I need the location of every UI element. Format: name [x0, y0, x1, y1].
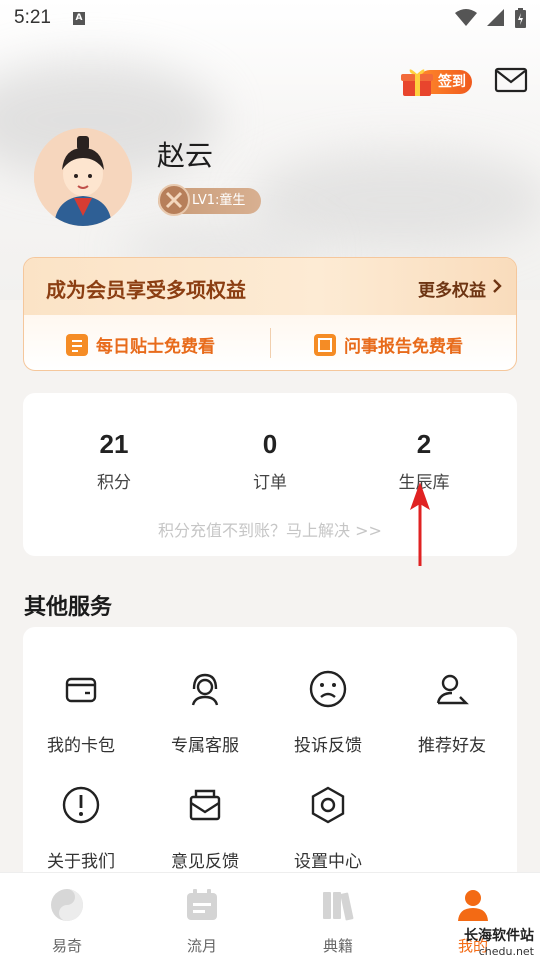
yinyang-icon	[51, 889, 83, 921]
points-value: 21	[99, 429, 129, 459]
a-icon: A	[72, 11, 85, 25]
recharge-help-link[interactable]: 积分充值不到账？马上解决 >>	[23, 517, 517, 541]
orders-value: 0	[262, 429, 278, 459]
vip-card[interactable]: 成为会员享受多项权益 更多权益 每日贴士免费看 问事报告免费看	[23, 257, 517, 371]
vip-divider	[270, 328, 271, 358]
avatar-image	[34, 128, 132, 226]
watermark-line2: chedu.net	[478, 945, 534, 958]
points-stat[interactable]: 21 积分	[54, 429, 174, 493]
feedback-service[interactable]: 意见反馈	[145, 783, 265, 872]
stats-card: 21 积分 0 订单 2 生辰库 积分充值不到账？马上解决 >>	[23, 393, 517, 556]
services-card: 我的卡包 专属客服 投诉反馈 推荐好友 关于我们 意见反馈 设置中心	[23, 627, 517, 887]
headset-icon	[191, 673, 219, 706]
recommend-service[interactable]: 推荐好友	[392, 667, 512, 756]
complaint-service[interactable]: 投诉反馈	[268, 667, 388, 756]
user-icon	[458, 890, 488, 921]
info-icon	[62, 786, 100, 824]
points-label: 积分	[97, 473, 131, 493]
scroll-benefit-icon	[314, 333, 336, 356]
customer-service[interactable]: 专属客服	[145, 667, 265, 756]
feedback-label: 意见反馈	[171, 852, 239, 872]
vip-title: 成为会员享受多项权益	[46, 278, 246, 302]
gift-icon	[401, 69, 433, 96]
wallet-label: 我的卡包	[47, 736, 115, 756]
wallet-icon	[65, 677, 97, 703]
report-label: 问事报告免费看	[344, 337, 463, 357]
wifi-icon	[455, 9, 477, 26]
nav-label-yiqi: 易奇	[51, 937, 82, 955]
daily-tips-benefit[interactable]: 每日贴士免费看	[66, 332, 215, 357]
level-icon	[158, 184, 190, 216]
orders-label: 订单	[253, 473, 287, 493]
birth-library-value: 2	[416, 429, 432, 459]
services-title: 其他服务	[24, 595, 113, 620]
report-benefit[interactable]: 问事报告免费看	[314, 332, 463, 357]
watermark: 长海软件站 chedu.net	[464, 928, 534, 960]
about-label: 关于我们	[47, 852, 115, 872]
daily-tips-label: 每日贴士免费看	[96, 337, 215, 357]
status-bar: 5:21 A	[0, 0, 540, 36]
recommend-label: 推荐好友	[418, 736, 486, 756]
nav-item-dianji[interactable]: 典籍	[293, 887, 383, 956]
nav-item-yiqi[interactable]: 易奇	[22, 887, 112, 956]
nav-item-liuyue[interactable]: 流月	[157, 887, 247, 956]
mail-icon[interactable]	[494, 66, 528, 96]
complaint-label: 投诉反馈	[294, 736, 362, 756]
calendar-benefit-icon	[66, 333, 88, 356]
chevron-right-icon	[493, 279, 502, 293]
settings-icon	[311, 786, 345, 824]
mail-feedback-icon	[189, 789, 221, 821]
arrow-annotation	[410, 482, 430, 566]
orders-stat[interactable]: 0 订单	[210, 429, 330, 493]
battery-icon	[515, 8, 526, 28]
vip-more-link[interactable]: 更多权益	[418, 276, 486, 301]
bottom-nav: 易奇 流月 典籍 我的	[0, 872, 540, 962]
wallet-service[interactable]: 我的卡包	[21, 667, 141, 756]
sad-face-icon	[309, 670, 347, 708]
customer-service-label: 专属客服	[171, 736, 239, 756]
watermark-line1: 长海软件站	[464, 928, 534, 944]
nav-label-dianji: 典籍	[322, 937, 353, 955]
settings-service[interactable]: 设置中心	[268, 783, 388, 872]
avatar[interactable]	[34, 128, 132, 226]
status-time: 5:21	[14, 7, 51, 28]
user-name: 赵云	[157, 139, 214, 172]
books-icon	[323, 892, 354, 921]
signal-icon	[487, 9, 504, 26]
signin-button[interactable]: 签到	[400, 66, 472, 98]
settings-label: 设置中心	[294, 852, 362, 872]
about-service[interactable]: 关于我们	[21, 783, 141, 872]
nav-label-liuyue: 流月	[186, 937, 217, 955]
share-user-icon	[436, 674, 469, 705]
calendar-icon	[187, 889, 217, 920]
